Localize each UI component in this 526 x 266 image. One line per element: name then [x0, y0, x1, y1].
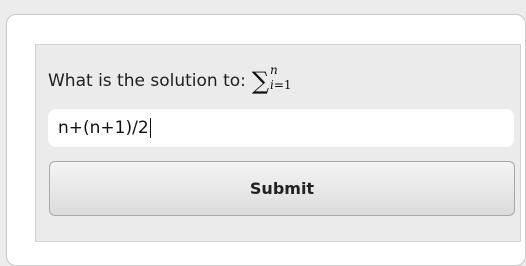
answer-input[interactable]	[48, 109, 514, 147]
question-label: What is the solution to: ∑ n i=1	[48, 64, 292, 97]
summation-upper-limit: n	[270, 62, 278, 77]
summation-expression: ∑ n i=1	[251, 64, 292, 95]
summation-limits: n i=1	[270, 64, 292, 91]
summation-lower-value: =1	[273, 77, 292, 92]
summation-symbol: ∑	[251, 67, 270, 95]
text-caret	[149, 118, 151, 138]
summation-lower-limit: i=1	[270, 79, 292, 91]
window-frame: What is the solution to: ∑ n i=1 Submit	[6, 14, 526, 266]
submit-button[interactable]: Submit	[49, 161, 515, 216]
question-panel: What is the solution to: ∑ n i=1 Submit	[35, 44, 521, 242]
question-text: What is the solution to:	[48, 71, 246, 91]
